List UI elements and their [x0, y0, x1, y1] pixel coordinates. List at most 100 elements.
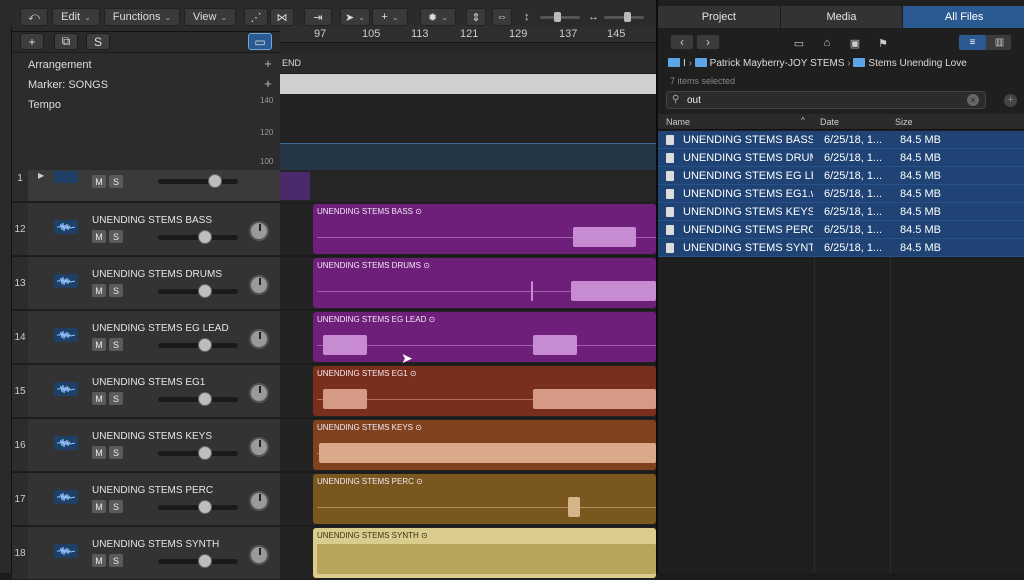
disclosure-triangle-icon[interactable]: ▶: [38, 171, 44, 180]
track-name[interactable]: UNENDING STEMS BASS: [92, 215, 212, 226]
zoom-horizontal-icon[interactable]: ⇔: [492, 8, 512, 26]
pan-knob[interactable]: [249, 383, 269, 403]
mute-button[interactable]: M: [92, 230, 106, 243]
add-track-button[interactable]: +: [20, 33, 44, 50]
pan-knob[interactable]: [249, 491, 269, 511]
tab-project[interactable]: Project: [658, 6, 781, 28]
automation-icon[interactable]: ⋰: [244, 8, 268, 26]
home-icon[interactable]: ⌂: [818, 35, 836, 51]
column-name[interactable]: Name: [666, 117, 690, 127]
gear-icon[interactable]: ✹ ⌄: [420, 8, 456, 26]
computer-icon[interactable]: ▭: [790, 35, 808, 51]
view-toggle[interactable]: ≡ ▥: [958, 34, 1012, 51]
track-header[interactable]: 13 UNENDING STEMS DRUMS M S: [12, 257, 280, 310]
zoom-vertical-icon[interactable]: ⇕: [466, 8, 486, 26]
back-button[interactable]: ‹: [670, 34, 694, 50]
vertical-zoom-slider[interactable]: [540, 12, 580, 22]
mute-button[interactable]: M: [92, 338, 106, 351]
track-header[interactable]: 17 UNENDING STEMS PERC M S: [12, 473, 280, 526]
audio-region[interactable]: UNENDING STEMS DRUMS ⊙: [313, 258, 656, 308]
add-filter-icon[interactable]: +: [1004, 94, 1017, 107]
file-row[interactable]: UNENDING STEMS SYNT 6/25/18, 1... 84.5 M…: [658, 239, 1024, 257]
folder-lane[interactable]: [280, 170, 656, 202]
audio-region[interactable]: UNENDING STEMS EG LEAD ⊙: [313, 312, 656, 362]
volume-slider[interactable]: [158, 174, 238, 188]
pointer-tool-icon[interactable]: ➤ ⌄: [340, 8, 370, 26]
breadcrumb-item[interactable]: Patrick Mayberry-JOY STEMS: [710, 58, 845, 69]
breadcrumb-item[interactable]: Stems Unending Love: [868, 58, 966, 69]
add-marker-icon[interactable]: +: [262, 77, 274, 90]
track-name[interactable]: UNENDING STEMS EG LEAD: [92, 323, 229, 334]
file-row[interactable]: UNENDING STEMS BASS. 6/25/18, 1... 84.5 …: [658, 131, 1024, 149]
pan-knob[interactable]: [249, 329, 269, 349]
column-size[interactable]: Size: [895, 117, 913, 127]
mute-button[interactable]: M: [92, 554, 106, 567]
track-name[interactable]: UNENDING STEMS KEYS: [92, 431, 212, 442]
solo-button[interactable]: S: [109, 175, 123, 188]
clear-search-icon[interactable]: ×: [967, 94, 979, 106]
audio-region[interactable]: UNENDING STEMS EG1 ⊙: [313, 366, 656, 416]
track-name[interactable]: UNENDING STEMS SYNTH: [92, 539, 219, 550]
mute-button[interactable]: M: [92, 284, 106, 297]
mute-button[interactable]: M: [92, 175, 106, 188]
duplicate-track-icon[interactable]: ⧉: [54, 33, 78, 50]
solo-button[interactable]: S: [109, 338, 123, 351]
file-row[interactable]: UNENDING STEMS KEYS. 6/25/18, 1... 84.5 …: [658, 203, 1024, 221]
pan-knob[interactable]: [249, 437, 269, 457]
mute-button[interactable]: M: [92, 392, 106, 405]
edit-menu[interactable]: Edit ⌄: [52, 8, 100, 26]
mute-button[interactable]: M: [92, 500, 106, 513]
audio-region[interactable]: UNENDING STEMS SYNTH ⊙: [313, 528, 656, 578]
track-header[interactable]: 14 UNENDING STEMS EG LEAD M S: [12, 311, 280, 364]
solo-button[interactable]: S: [109, 230, 123, 243]
functions-menu[interactable]: Functions ⌄: [104, 8, 180, 26]
volume-slider[interactable]: [158, 230, 238, 244]
volume-slider[interactable]: [158, 392, 238, 406]
track-name[interactable]: UNENDING STEMS EG1: [92, 377, 205, 388]
flex-icon[interactable]: ⋈: [270, 8, 294, 26]
track-name[interactable]: UNENDING STEMS PERC: [92, 485, 213, 496]
track-header[interactable]: 15 UNENDING STEMS EG1 M S: [12, 365, 280, 418]
marquee-tool-icon[interactable]: + ⌄: [372, 8, 408, 26]
bar-ruler[interactable]: 97 105 113 121 129 137 145: [280, 26, 656, 43]
search-input[interactable]: out: [687, 95, 701, 106]
volume-slider[interactable]: [158, 554, 238, 568]
solo-button[interactable]: S: [86, 33, 110, 50]
track-header[interactable]: 12 UNENDING STEMS BASS M S: [12, 203, 280, 256]
column-date[interactable]: Date: [820, 117, 839, 127]
list-view-icon[interactable]: ≡: [959, 35, 986, 50]
tab-media[interactable]: Media: [780, 6, 904, 28]
mute-button[interactable]: M: [92, 446, 106, 459]
marker-lane[interactable]: [280, 74, 656, 94]
solo-button[interactable]: S: [109, 284, 123, 297]
solo-button[interactable]: S: [109, 446, 123, 459]
forward-button[interactable]: ›: [696, 34, 720, 50]
audio-region[interactable]: UNENDING STEMS KEYS ⊙: [313, 420, 656, 470]
pan-knob[interactable]: [249, 275, 269, 295]
track-header[interactable]: 16 UNENDING STEMS KEYS M S: [12, 419, 280, 472]
folder-region[interactable]: [280, 172, 310, 200]
bookmark-icon[interactable]: ⚑: [874, 35, 892, 51]
track-header[interactable]: 18 UNENDING STEMS SYNTH M S: [12, 527, 280, 580]
solo-button[interactable]: S: [109, 392, 123, 405]
track-name[interactable]: UNENDING STEMS DRUMS: [92, 269, 222, 280]
volume-slider[interactable]: [158, 338, 238, 352]
audio-region[interactable]: UNENDING STEMS PERC ⊙: [313, 474, 656, 524]
file-row[interactable]: UNENDING STEMS PERC. 6/25/18, 1... 84.5 …: [658, 221, 1024, 239]
solo-button[interactable]: S: [109, 500, 123, 513]
project-folder-icon[interactable]: ▣: [846, 35, 864, 51]
arrangement-lane[interactable]: END: [280, 53, 656, 73]
catch-icon[interactable]: ⇥: [304, 8, 332, 26]
file-row[interactable]: UNENDING STEMS DRUM 6/25/18, 1... 84.5 M…: [658, 149, 1024, 167]
solo-button[interactable]: S: [109, 554, 123, 567]
column-view-icon[interactable]: ▥: [986, 35, 1013, 50]
search-field[interactable]: ⚲ out ×: [666, 91, 986, 109]
horizontal-zoom-slider[interactable]: [604, 12, 644, 22]
file-row[interactable]: UNENDING STEMS EG LE 6/25/18, 1... 84.5 …: [658, 167, 1024, 185]
view-menu[interactable]: View ⌄: [184, 8, 236, 26]
pan-knob[interactable]: [249, 221, 269, 241]
folder-track-header[interactable]: 1 ▶ M S: [12, 170, 280, 202]
volume-slider[interactable]: [158, 500, 238, 514]
audio-region[interactable]: UNENDING STEMS BASS ⊙: [313, 204, 656, 254]
global-tracks-button[interactable]: ▭: [248, 33, 272, 50]
